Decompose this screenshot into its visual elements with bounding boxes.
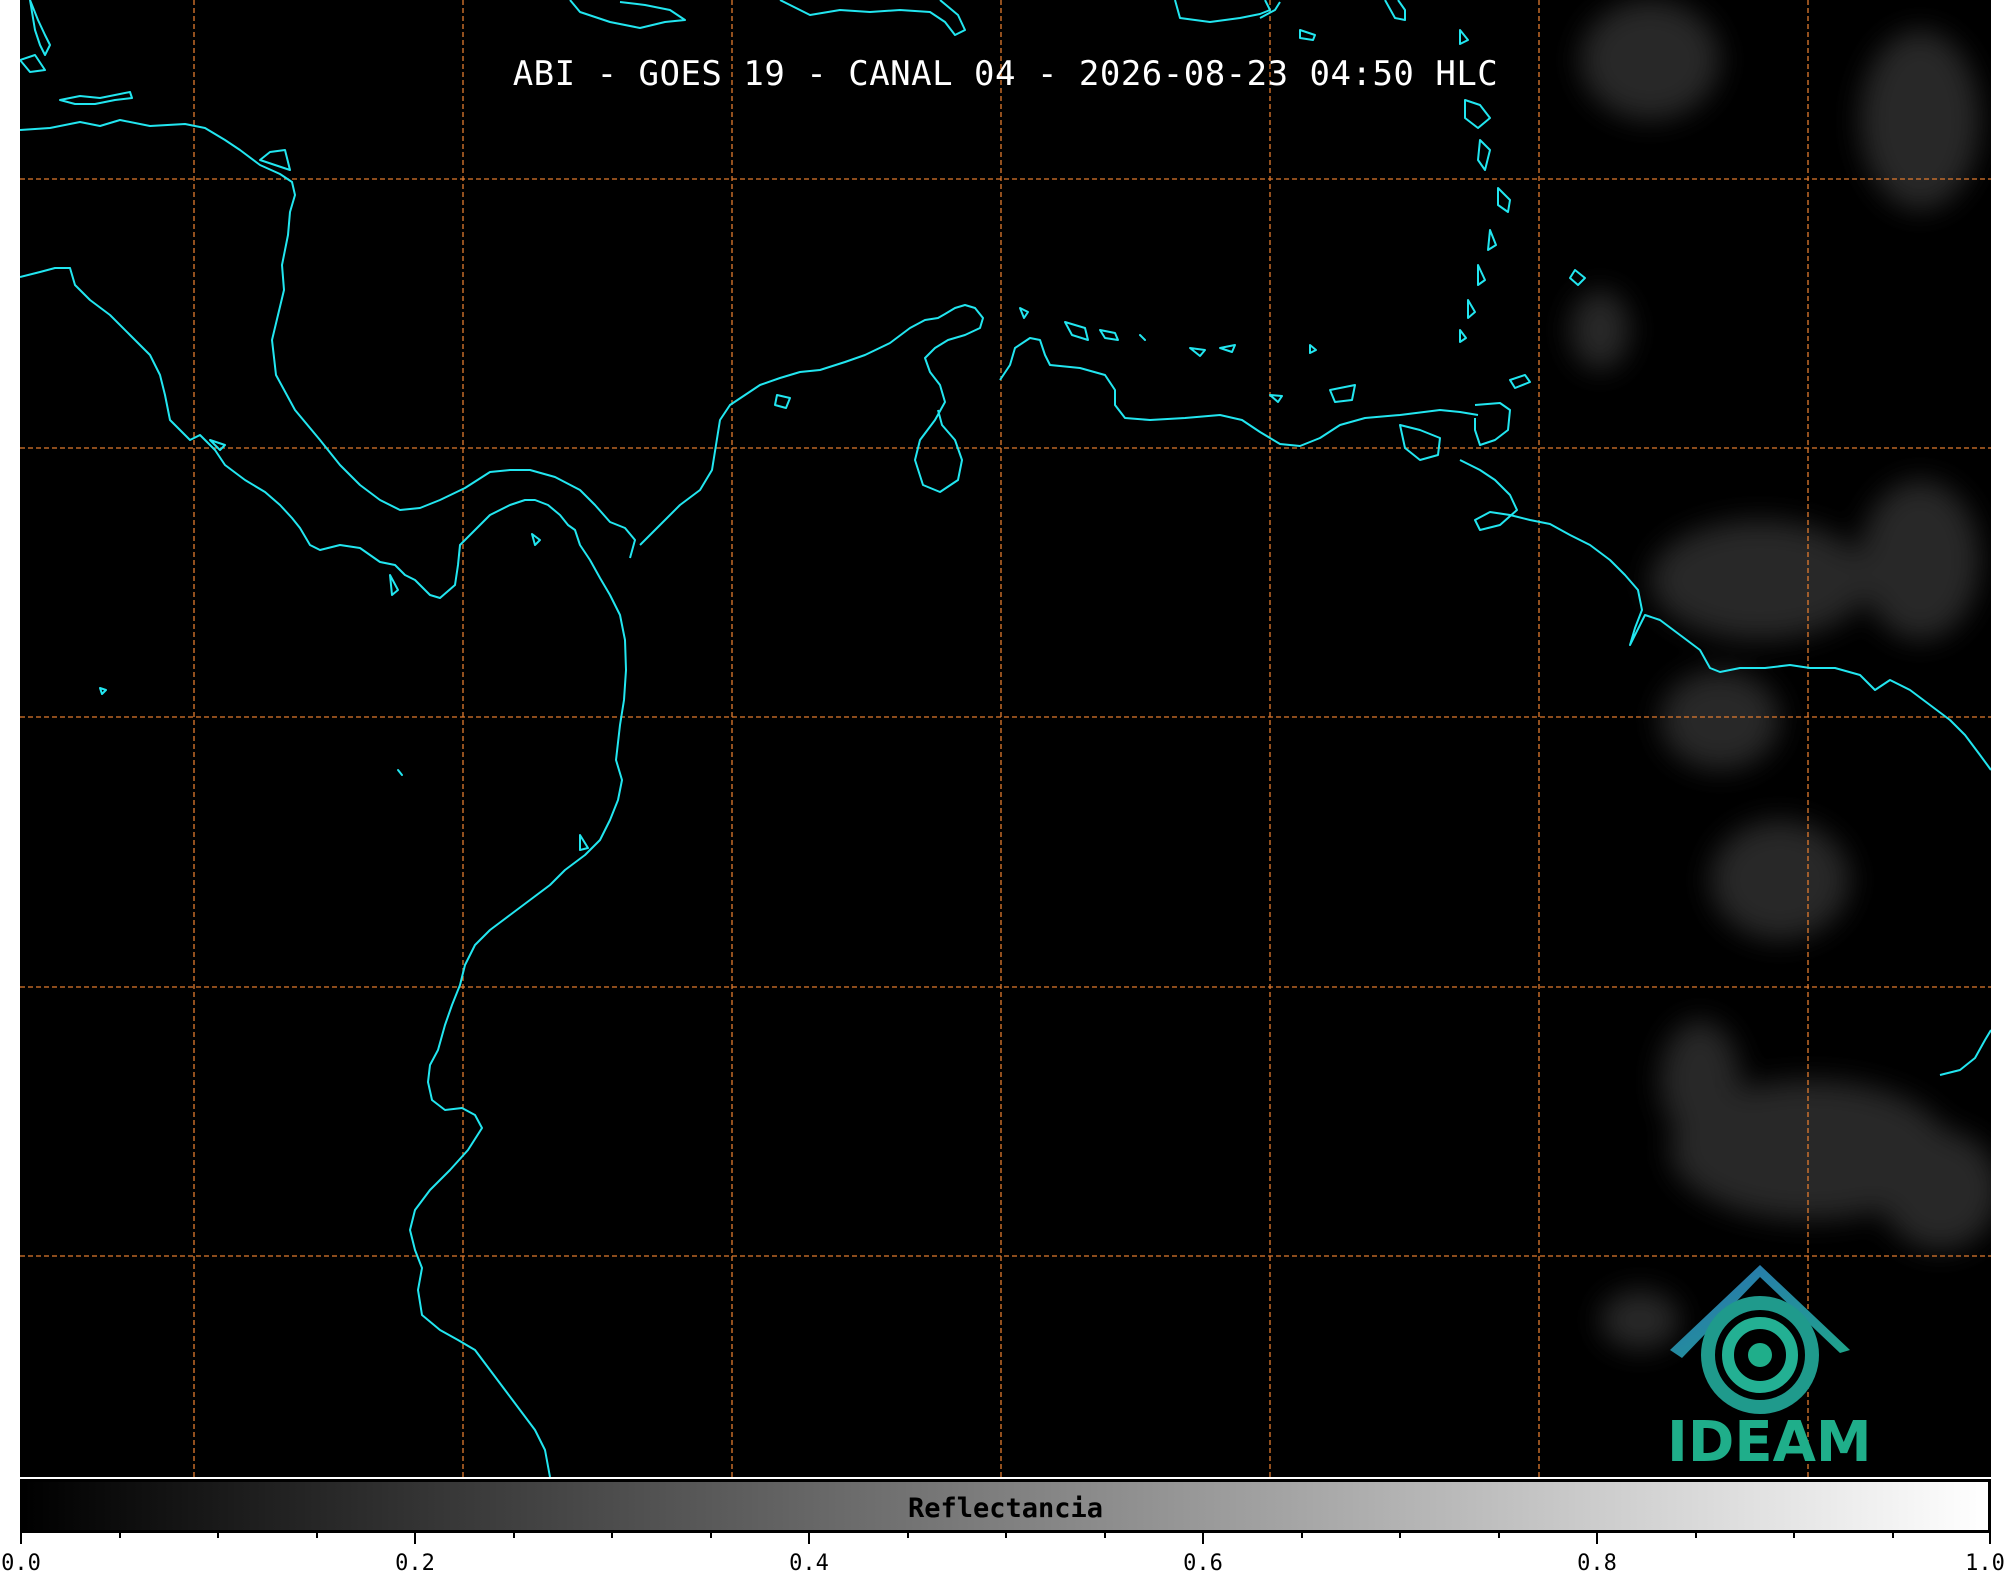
colorbar: Reflectancia — [20, 1479, 1991, 1533]
colorbar-tick-label: 1.0 — [1965, 1551, 2005, 1576]
ideam-logo-text: IDEAM — [1667, 1410, 1872, 1475]
colorbar-tick-label: 0.6 — [1183, 1551, 1223, 1576]
colorbar-label: Reflectancia — [907, 1493, 1104, 1524]
colorbar-tick-label: 0.0 — [1, 1551, 41, 1576]
colorbar-ticks — [20, 1530, 1991, 1544]
map-title: ABI - GOES 19 - CANAL 04 - 2026-08-23 04… — [512, 54, 1499, 94]
colorbar-tick-label: 0.8 — [1577, 1551, 1617, 1576]
colorbar-tick-label: 0.4 — [789, 1551, 829, 1576]
cloud-texture — [1570, 0, 1991, 1350]
colorbar-tick-label: 0.2 — [395, 1551, 435, 1576]
